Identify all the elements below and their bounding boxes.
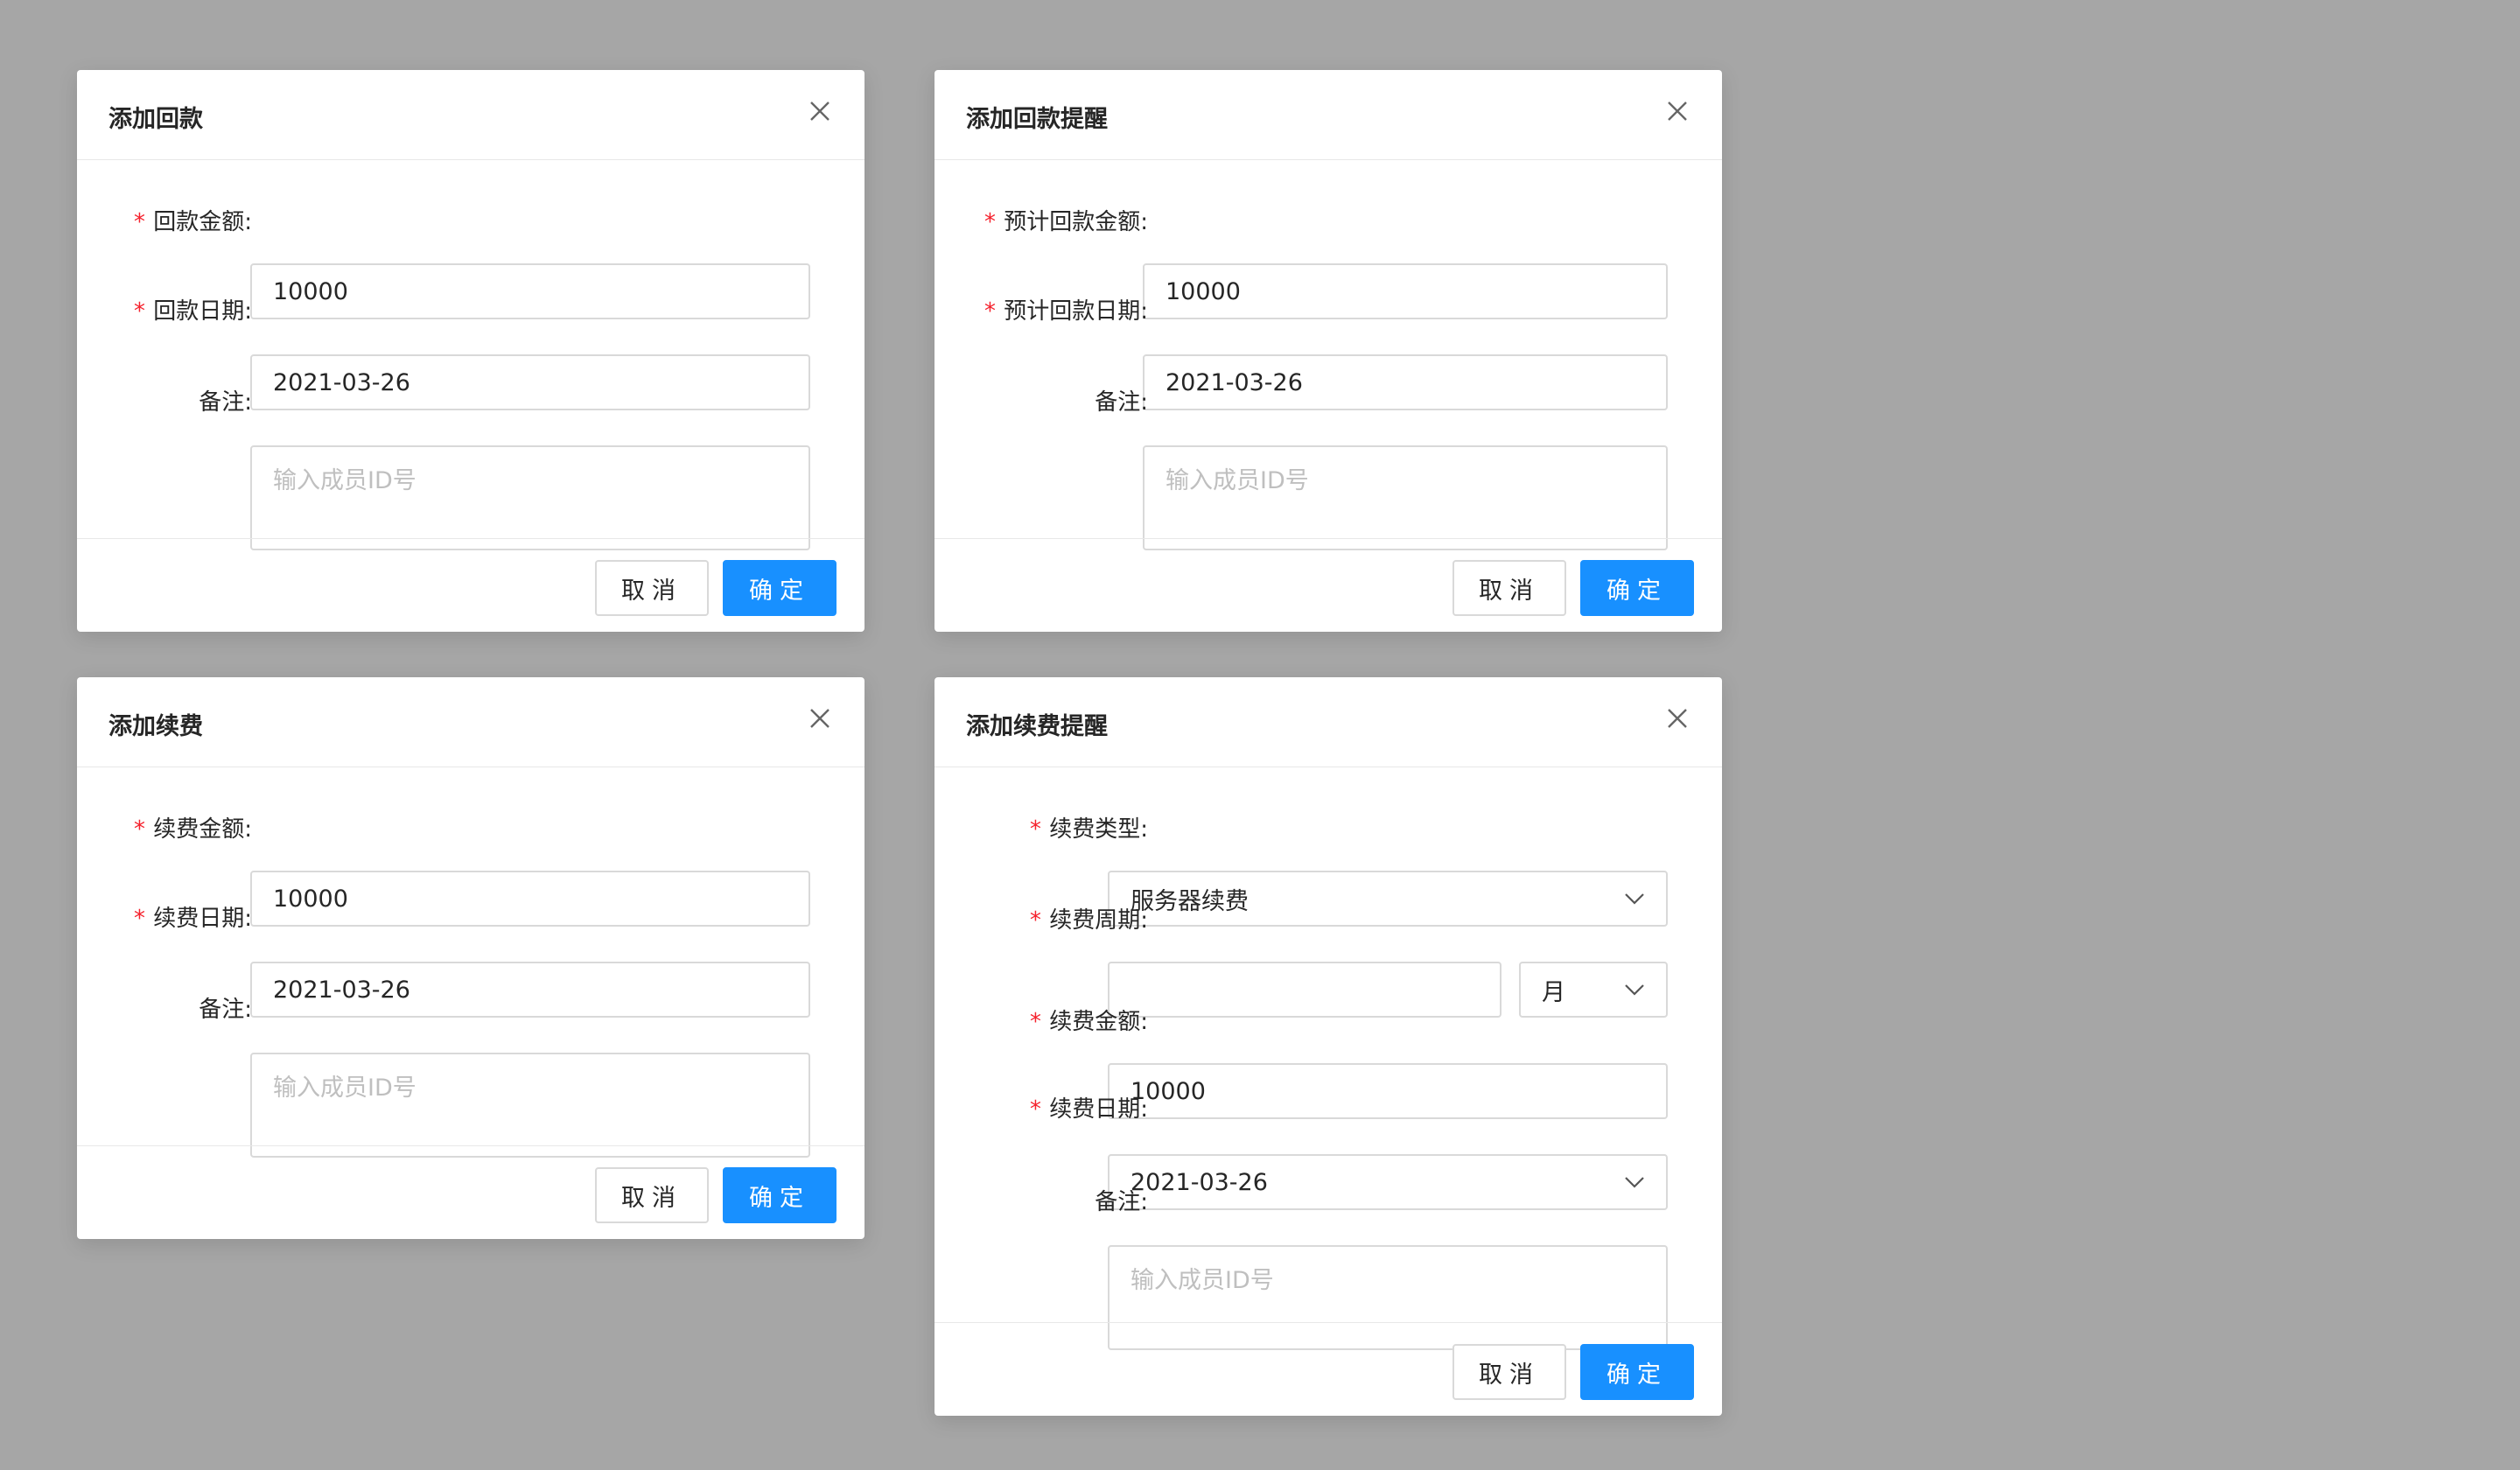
renewal-type-label: * 续费类型:: [1028, 816, 1148, 843]
payment-amount-input[interactable]: 10000: [250, 263, 810, 319]
renewal-type-select[interactable]: 服务器续费: [1108, 871, 1668, 927]
renewal-period-label: * 续费周期:: [1028, 907, 1148, 934]
dialog-title: 添加续费: [108, 713, 203, 740]
note-textarea[interactable]: 输入成员ID号: [250, 445, 810, 550]
required-mark: *: [132, 906, 147, 932]
required-mark: *: [132, 816, 147, 843]
renewal-amount-label: * 续费金额:: [1028, 1009, 1148, 1035]
expected-amount-label: * 预计回款金额:: [983, 209, 1148, 235]
dialog-header: 添加回款提醒: [934, 70, 1722, 160]
required-mark: *: [1028, 907, 1043, 934]
cancel-button[interactable]: 取消: [595, 1167, 709, 1223]
confirm-button[interactable]: 确定: [1580, 1344, 1694, 1400]
confirm-button[interactable]: 确定: [1580, 560, 1694, 616]
renewal-date-label: * 续费日期:: [132, 906, 252, 932]
close-icon[interactable]: [1666, 100, 1689, 122]
expected-date-input[interactable]: 2021-03-26: [1143, 354, 1668, 410]
note-label: 备注:: [1095, 389, 1148, 416]
renewal-date-picker[interactable]: 2021-03-26: [1108, 1154, 1668, 1210]
renewal-date-label: * 续费日期:: [1028, 1096, 1148, 1123]
payment-date-input[interactable]: 2021-03-26: [250, 354, 810, 410]
required-mark: *: [1028, 1096, 1043, 1123]
add-renewal-reminder-dialog: 添加续费提醒 * 续费类型: 服务器续费 * 续费周期: 月 * 续费金额: 1000…: [934, 677, 1722, 1416]
dialog-footer: 取消 确定: [934, 538, 1722, 632]
payment-date-label: * 回款日期:: [132, 298, 252, 325]
dialog-title: 添加回款提醒: [966, 106, 1108, 133]
close-icon[interactable]: [1666, 707, 1689, 730]
required-mark: *: [132, 209, 147, 235]
cancel-button[interactable]: 取消: [1452, 560, 1566, 616]
note-label: 备注:: [1095, 1189, 1148, 1215]
chevron-down-icon: [1625, 893, 1644, 905]
note-textarea[interactable]: 输入成员ID号: [250, 1053, 810, 1158]
dialog-footer: 取消 确定: [77, 1145, 864, 1239]
dialog-header: 添加续费提醒: [934, 677, 1722, 767]
payment-amount-label: * 回款金额:: [132, 209, 252, 235]
renewal-amount-label: * 续费金额:: [132, 816, 252, 843]
expected-amount-input[interactable]: 10000: [1143, 263, 1668, 319]
note-textarea[interactable]: 输入成员ID号: [1143, 445, 1668, 550]
chevron-down-icon: [1625, 984, 1644, 996]
required-mark: *: [1028, 816, 1043, 843]
close-icon[interactable]: [808, 707, 831, 730]
add-renewal-dialog: 添加续费 * 续费金额: 10000 * 续费日期: 2021-03-26 备注: …: [77, 677, 864, 1239]
expected-date-label: * 预计回款日期:: [983, 298, 1148, 325]
required-mark: *: [983, 209, 998, 235]
dialog-title: 添加回款: [108, 106, 203, 133]
renewal-amount-input[interactable]: 10000: [250, 871, 810, 927]
required-mark: *: [132, 298, 147, 325]
note-label: 备注:: [199, 997, 252, 1023]
confirm-button[interactable]: 确定: [723, 560, 836, 616]
dialog-footer: 取消 确定: [77, 538, 864, 632]
confirm-button[interactable]: 确定: [723, 1167, 836, 1223]
note-label: 备注:: [199, 389, 252, 416]
dialog-header: 添加回款: [77, 70, 864, 160]
renewal-amount-input[interactable]: 10000: [1108, 1063, 1668, 1119]
renewal-date-input[interactable]: 2021-03-26: [250, 962, 810, 1018]
cancel-button[interactable]: 取消: [1452, 1344, 1566, 1400]
period-unit-select[interactable]: 月: [1519, 962, 1668, 1018]
renewal-period-input[interactable]: [1108, 962, 1502, 1018]
required-mark: *: [1028, 1009, 1043, 1035]
add-payment-reminder-dialog: 添加回款提醒 * 预计回款金额: 10000 * 预计回款日期: 2021-03-2…: [934, 70, 1722, 632]
cancel-button[interactable]: 取消: [595, 560, 709, 616]
add-payment-dialog: 添加回款 * 回款金额: 10000 * 回款日期: 2021-03-26 备注: …: [77, 70, 864, 632]
dialog-footer: 取消 确定: [934, 1322, 1722, 1416]
dialog-title: 添加续费提醒: [966, 713, 1108, 740]
chevron-down-icon: [1625, 1177, 1644, 1188]
dialog-header: 添加续费: [77, 677, 864, 767]
close-icon[interactable]: [808, 100, 831, 122]
required-mark: *: [983, 298, 998, 325]
